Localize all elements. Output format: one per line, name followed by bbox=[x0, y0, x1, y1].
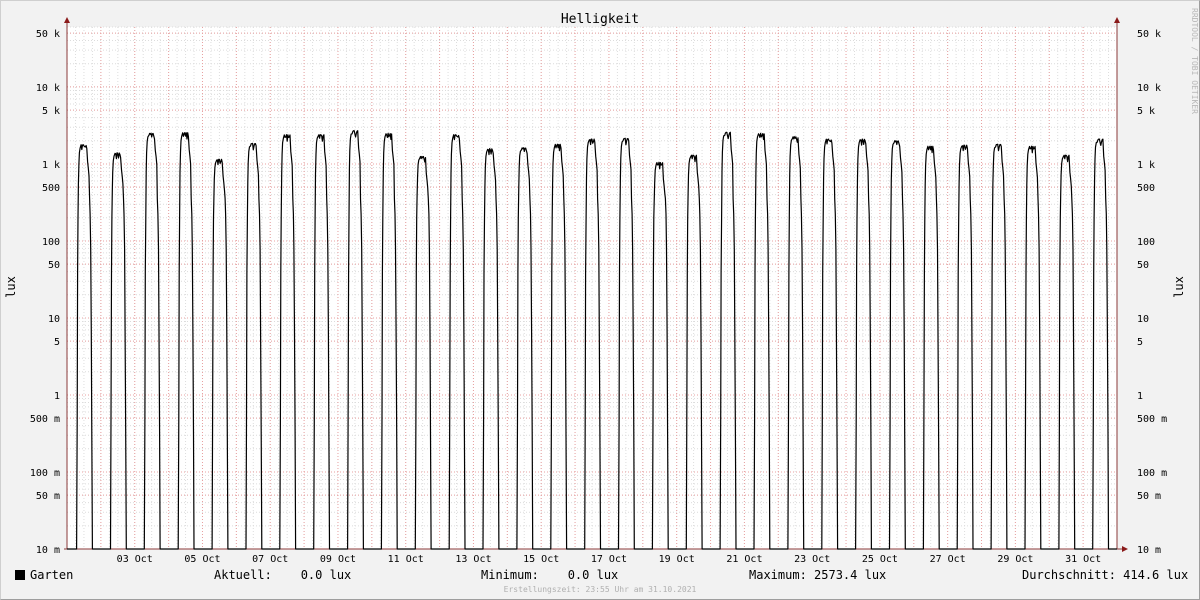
y-tick-label-right: 10 k bbox=[1137, 83, 1161, 94]
y-tick-label-right: 500 bbox=[1137, 183, 1155, 194]
brightness-chart: 10 m 10 m 50 m 50 m 100 m 100 m 500 m 500 m 1 1 5 5… bbox=[4, 8, 1199, 565]
y-axis-label-right: lux bbox=[1172, 276, 1186, 298]
x-tick-label: 09 Oct bbox=[320, 554, 356, 565]
y-tick-label-right: 5 bbox=[1137, 337, 1143, 348]
legend-average: Durchschnitt: 414.6 lux bbox=[1022, 568, 1189, 582]
y-tick-label-left: 1 k bbox=[42, 160, 60, 171]
creation-time: Erstellungszeit: 23:55 Uhr am 31.10.2021 bbox=[503, 585, 697, 594]
y-tick-label-left: 10 k bbox=[36, 83, 60, 94]
x-tick-label: 05 Oct bbox=[184, 554, 220, 565]
legend-current: Aktuell: 0.0 lux bbox=[214, 568, 352, 582]
x-tick-label: 31 Oct bbox=[1065, 554, 1101, 565]
y-tick-label-left: 5 k bbox=[42, 106, 60, 117]
y-tick-label-left: 100 bbox=[42, 237, 60, 248]
y-tick-label-right: 5 k bbox=[1137, 106, 1155, 117]
y-tick-label-left: 10 bbox=[48, 314, 60, 325]
y-tick-label-left: 1 bbox=[54, 391, 60, 402]
y-axis-arrow-right bbox=[1114, 17, 1120, 23]
grid bbox=[66, 26, 1118, 550]
x-tick-label: 03 Oct bbox=[117, 554, 153, 565]
legend-swatch-garten bbox=[15, 570, 25, 580]
y-tick-label-left: 50 k bbox=[36, 29, 60, 40]
legend-minimum: Minimum: 0.0 lux bbox=[481, 568, 619, 582]
legend-maximum: Maximum: 2573.4 lux bbox=[749, 568, 887, 582]
y-tick-label-right: 500 m bbox=[1137, 414, 1167, 425]
y-tick-label-left: 10 m bbox=[36, 545, 60, 556]
y-tick-label-left: 500 bbox=[42, 183, 60, 194]
y-tick-label-left: 100 m bbox=[30, 468, 60, 479]
x-tick-label: 25 Oct bbox=[862, 554, 898, 565]
y-tick-label-left: 5 bbox=[54, 337, 60, 348]
x-tick-label: 15 Oct bbox=[523, 554, 559, 565]
x-tick-label: 17 Oct bbox=[591, 554, 627, 565]
y-tick-label-right: 1 bbox=[1137, 391, 1143, 402]
y-tick-label-left: 500 m bbox=[30, 414, 60, 425]
y-tick-label-right: 50 bbox=[1137, 260, 1149, 271]
y-tick-label-right: 50 k bbox=[1137, 29, 1161, 40]
y-axis-arrow-left bbox=[64, 17, 70, 23]
x-tick-label: 07 Oct bbox=[252, 554, 288, 565]
y-tick-label-right: 10 bbox=[1137, 314, 1149, 325]
rrdtool-watermark: RRDTOOL / TOBI OETIKER bbox=[1190, 8, 1199, 114]
y-tick-label-right: 100 bbox=[1137, 237, 1155, 248]
chart-title: Helligkeit bbox=[561, 12, 639, 27]
y-tick-label-right: 100 m bbox=[1137, 468, 1167, 479]
x-tick-label: 13 Oct bbox=[455, 554, 491, 565]
y-tick-label-right: 10 m bbox=[1137, 545, 1161, 556]
x-tick-label: 21 Oct bbox=[726, 554, 762, 565]
y-tick-label-left: 50 bbox=[48, 260, 60, 271]
x-tick-label: 11 Oct bbox=[388, 554, 424, 565]
legend-series-name: Garten bbox=[30, 568, 74, 582]
x-tick-label: 19 Oct bbox=[659, 554, 695, 565]
x-tick-label: 27 Oct bbox=[930, 554, 966, 565]
x-tick-label: 23 Oct bbox=[794, 554, 830, 565]
y-tick-label-right: 50 m bbox=[1137, 491, 1161, 502]
y-tick-label-left: 50 m bbox=[36, 491, 60, 502]
x-tick-label: 29 Oct bbox=[997, 554, 1033, 565]
y-tick-label-right: 1 k bbox=[1137, 160, 1155, 171]
x-axis-arrow bbox=[1122, 546, 1128, 552]
y-axis-label-left: lux bbox=[4, 276, 18, 298]
